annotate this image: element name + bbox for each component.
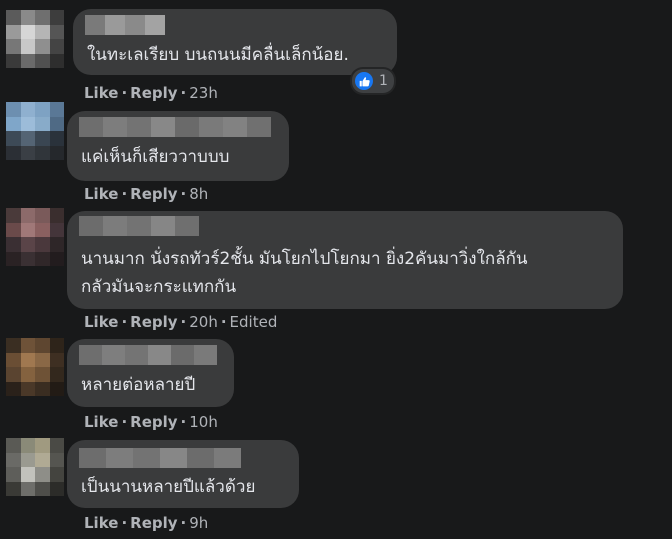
reply-link[interactable]: Reply xyxy=(130,185,177,203)
comment-bubble: นานมาก นั่งรถทัวร์2ชั้น มันโยกไปโยกมา ยิ… xyxy=(67,211,623,309)
comment-bubble: แค่เห็นก็เสียววาบบบ xyxy=(67,111,289,181)
reply-link[interactable]: Reply xyxy=(130,413,177,431)
separator-dot: · xyxy=(180,84,187,102)
timestamp[interactable]: 10h xyxy=(189,413,218,431)
like-link[interactable]: Like xyxy=(84,514,118,532)
separator-dot: · xyxy=(180,185,187,203)
separator-dot: · xyxy=(180,413,187,431)
avatar[interactable] xyxy=(6,338,64,396)
separator-dot: · xyxy=(121,84,128,102)
like-link[interactable]: Like xyxy=(84,185,118,203)
comment-text: ในทะเลเรียบ บนถนนมีคลื่นเล็กน้อย. xyxy=(87,45,349,65)
avatar[interactable] xyxy=(6,102,64,160)
comment-actions: Like · Reply · 9h xyxy=(84,514,208,532)
comment-text: หลายต่อหลายปี xyxy=(81,375,196,395)
comment-actions: Like · Reply · 10h xyxy=(84,413,218,431)
separator-dot: · xyxy=(180,313,187,331)
avatar[interactable] xyxy=(6,438,64,496)
commenter-name-blurred[interactable] xyxy=(79,345,217,365)
comment-bubble: หลายต่อหลายปี xyxy=(67,339,234,407)
like-link[interactable]: Like xyxy=(84,413,118,431)
commenter-name-blurred[interactable] xyxy=(79,117,271,137)
separator-dot: · xyxy=(220,313,227,331)
comment-actions: Like · Reply · 23h xyxy=(84,84,218,102)
avatar[interactable] xyxy=(6,208,64,266)
reaction-summary[interactable]: 1 xyxy=(352,69,394,93)
commenter-name-blurred[interactable] xyxy=(79,448,241,468)
timestamp[interactable]: 23h xyxy=(189,84,218,102)
like-link[interactable]: Like xyxy=(84,313,118,331)
separator-dot: · xyxy=(121,185,128,203)
comment-text: เป็นนานหลายปีแล้วด้วย xyxy=(81,477,256,497)
comment-bubble: ในทะเลเรียบ บนถนนมีคลื่นเล็กน้อย. xyxy=(73,9,397,75)
like-link[interactable]: Like xyxy=(84,84,118,102)
edited-label[interactable]: Edited xyxy=(230,313,278,331)
timestamp[interactable]: 20h xyxy=(189,313,218,331)
commenter-name-blurred[interactable] xyxy=(79,216,199,236)
separator-dot: · xyxy=(121,413,128,431)
timestamp[interactable]: 8h xyxy=(189,185,208,203)
comment-actions: Like · Reply · 8h xyxy=(84,185,208,203)
like-thumbs-up-icon xyxy=(355,72,373,90)
reaction-count: 1 xyxy=(379,73,388,89)
separator-dot: · xyxy=(180,514,187,532)
separator-dot: · xyxy=(121,313,128,331)
comment-bubble: เป็นนานหลายปีแล้วด้วย xyxy=(67,440,299,508)
avatar[interactable] xyxy=(6,10,64,68)
commenter-name-blurred[interactable] xyxy=(85,15,165,35)
reply-link[interactable]: Reply xyxy=(130,84,177,102)
comment-text: นานมาก นั่งรถทัวร์2ชั้น มันโยกไปโยกมา ยิ… xyxy=(81,249,528,297)
comment-actions: Like · Reply · 20h · Edited xyxy=(84,313,277,331)
comment-text: แค่เห็นก็เสียววาบบบ xyxy=(81,147,230,167)
reply-link[interactable]: Reply xyxy=(130,514,177,532)
timestamp[interactable]: 9h xyxy=(189,514,208,532)
reply-link[interactable]: Reply xyxy=(130,313,177,331)
separator-dot: · xyxy=(121,514,128,532)
